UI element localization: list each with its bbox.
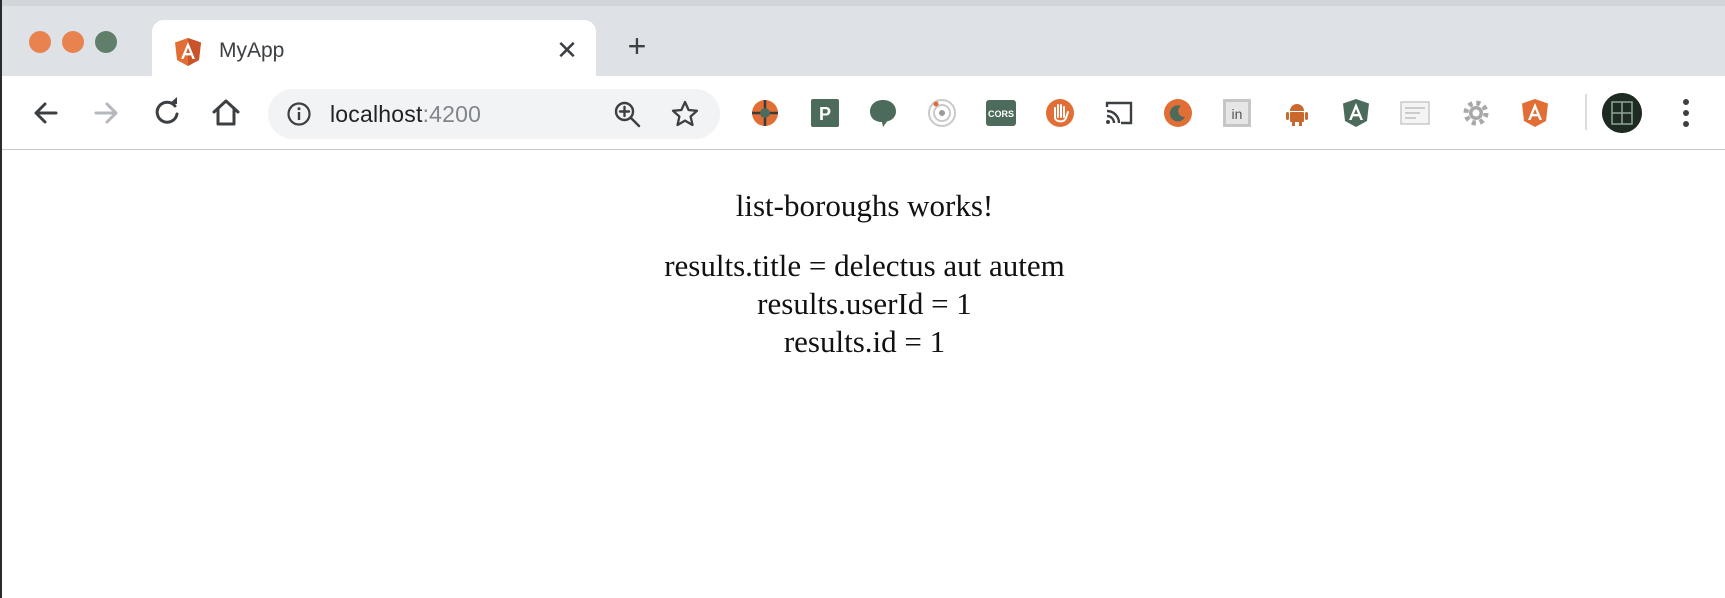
forward-arrow-icon[interactable] [89,96,123,130]
site-info-icon[interactable] [286,101,312,127]
result-title-line: results.title = delectus aut autem [664,248,1065,283]
close-window-button[interactable] [29,31,51,53]
minimize-window-button[interactable] [62,31,84,53]
tab-close-icon[interactable]: ✕ [552,35,582,65]
browser-tab[interactable]: MyApp ✕ [152,20,596,78]
angular-dark-icon[interactable] [1341,98,1371,128]
page-content: list-boroughs works! results.title = del… [2,150,1725,598]
page-heading: list-boroughs works! [735,188,994,223]
tab-title: MyApp [219,39,285,62]
url-text[interactable]: localhost:4200 [330,101,481,128]
back-arrow-icon[interactable] [29,96,63,130]
svg-text:P: P [819,104,831,124]
hand-icon[interactable] [1045,98,1075,128]
url-host: localhost [330,101,423,127]
card-icon[interactable] [1400,98,1430,128]
cors-icon[interactable]: CORS [986,98,1016,128]
maximize-window-button[interactable] [95,31,117,53]
title-bar: MyApp ✕ + [2,0,1725,78]
result-id-line: results.id = 1 [783,324,946,359]
angular-icon [175,38,201,66]
linkedin-icon[interactable]: in [1222,98,1252,128]
browser-window: MyApp ✕ + localhost:4200 P CORS in list-… [0,0,1725,598]
zoom-icon[interactable] [613,100,641,128]
bookmark-star-icon[interactable] [670,99,700,129]
browser-toolbar: localhost:4200 P CORS in [2,76,1725,150]
moon-icon[interactable] [1163,98,1193,128]
home-icon[interactable] [209,96,243,130]
profile-avatar-icon[interactable] [1602,93,1642,133]
chat-bubble-icon[interactable] [868,98,898,128]
pulse-icon[interactable] [750,98,780,128]
svg-text:CORS: CORS [988,109,1014,119]
cast-icon[interactable] [1104,98,1134,128]
p-extension-icon[interactable]: P [810,98,840,128]
url-port: :4200 [422,101,482,127]
address-bar[interactable]: localhost:4200 [268,89,720,139]
result-userid-line: results.userId = 1 [757,286,972,321]
reload-icon[interactable] [150,96,184,130]
svg-text:in: in [1232,106,1243,122]
new-tab-button[interactable]: + [622,30,652,62]
toolbar-separator [1585,94,1587,130]
gear-icon[interactable] [1461,98,1491,128]
more-menu-icon[interactable] [1676,96,1696,130]
title-bar-top-strip [2,0,1725,6]
angular-orange-icon[interactable] [1520,98,1550,128]
android-icon[interactable] [1282,98,1312,128]
radar-icon[interactable] [927,98,957,128]
